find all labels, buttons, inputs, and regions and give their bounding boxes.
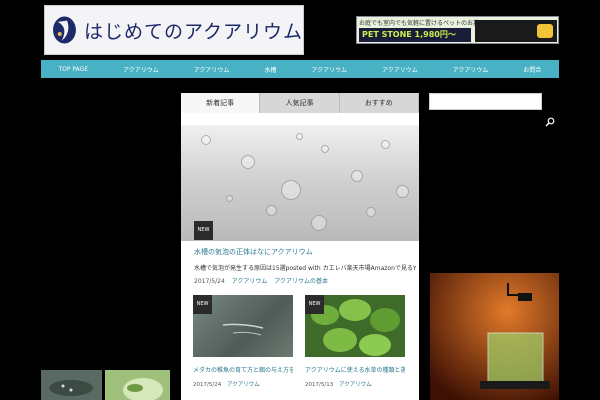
article-card-meta: 2017/5/13 アクアリウム (305, 380, 405, 388)
nav-item-2[interactable]: アクアリウム (194, 65, 230, 74)
new-badge: NEW (193, 295, 212, 314)
featured-tag-1[interactable]: アクアリウム (232, 278, 268, 285)
featured-title[interactable]: 水槽の気泡の正体はなにアクアリウム (194, 247, 313, 257)
left-thumbnail-fish[interactable] (41, 370, 102, 400)
search-input[interactable] (430, 100, 541, 115)
article-card-date: 2017/5/24 (193, 382, 222, 388)
article-card[interactable]: NEW メダカの稚魚の育て方と餌の与え方を解説 2017/5/24 アクアリウム (193, 295, 293, 388)
nav-item-1[interactable]: アクアリウム (123, 65, 159, 74)
new-badge: NEW (305, 295, 324, 314)
article-card-title[interactable]: アクアリウムに使える水草の種類と選び方を紹介 (305, 365, 405, 374)
search-box (429, 93, 542, 115)
article-card-date: 2017/5/13 (305, 382, 334, 388)
site-title: はじめてのアクアリウム (83, 20, 303, 43)
article-card-tag[interactable]: アクアリウム (227, 382, 260, 388)
nav-item-contact[interactable]: お問合 (523, 65, 541, 74)
article-thumbnail[interactable]: NEW (305, 295, 405, 357)
new-badge: NEW (194, 221, 213, 240)
article-panel: NEW 水槽の気泡の正体はなにアクアリウム 水槽で気泡が発生する原因は15選po… (181, 113, 419, 400)
nav-item-4[interactable]: アクアリウム (311, 65, 347, 74)
featured-meta: 2017/5/24 アクアリウム アクアリウムの基本 (194, 276, 328, 285)
main-nav: TOP PAGE アクアリウム アクアリウム 水槽 アクアリウム アクアリウム … (41, 60, 559, 78)
sidebar-aquarium-photo[interactable] (430, 273, 559, 400)
search-icon[interactable] (545, 117, 555, 127)
tab-new[interactable]: 新着記事 (181, 93, 261, 113)
fish-photo-icon (49, 380, 93, 396)
aquarium-lamp-illustration-icon (430, 273, 559, 400)
article-thumbnail[interactable]: NEW (193, 295, 293, 357)
article-card-tag[interactable]: アクアリウム (339, 382, 372, 388)
tab-popular[interactable]: 人気記事 (260, 93, 340, 113)
nav-item-6[interactable]: アクアリウム (453, 65, 489, 74)
article-card[interactable]: NEW アクアリウムに使える水草の種類と選び方を紹介 2017/5/13 アクア… (305, 295, 405, 388)
ad-banner-main-text: PET STONE 1,980円〜 (359, 28, 471, 42)
site-logo[interactable]: はじめてのアクアリウム (44, 5, 304, 55)
featured-image[interactable]: NEW (181, 125, 419, 241)
tab-recommended[interactable]: おすすめ (339, 93, 419, 113)
ad-banner[interactable]: お庭でも室内でも気軽に置けるペットのお墓 PET STONE 1,980円〜 (356, 16, 559, 44)
left-thumbnail-plant[interactable] (105, 370, 170, 400)
fish-logo-icon (53, 16, 76, 44)
article-tabs: 新着記事 人気記事 おすすめ (181, 93, 419, 113)
nav-item-5[interactable]: アクアリウム (382, 65, 418, 74)
article-card-meta: 2017/5/24 アクアリウム (193, 380, 293, 388)
featured-excerpt: 水槽で気泡が発生する原因は15選posted with カエレバ楽天市場Amaz… (194, 265, 416, 272)
ad-banner-image (475, 20, 557, 42)
article-card-title[interactable]: メダカの稚魚の育て方と餌の与え方を解説 (193, 365, 293, 374)
featured-tag-2[interactable]: アクアリウムの基本 (274, 278, 328, 285)
ad-banner-top-text: お庭でも室内でも気軽に置けるペットのお墓 (359, 20, 480, 27)
featured-date: 2017/5/24 (194, 278, 225, 285)
plant-photo-icon (123, 378, 163, 400)
nav-item-3[interactable]: 水槽 (264, 65, 276, 74)
nav-item-top[interactable]: TOP PAGE (58, 66, 88, 73)
